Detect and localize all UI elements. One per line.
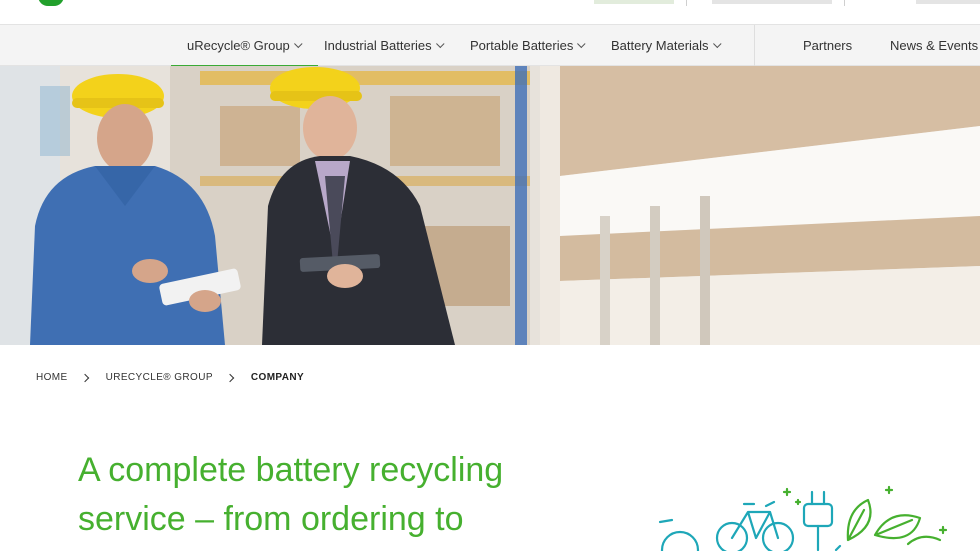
top-utility-link[interactable] [916, 0, 980, 4]
top-divider [686, 0, 687, 6]
nav-item-battery-materials[interactable]: Battery Materials [611, 25, 722, 66]
chevron-right-icon [80, 373, 89, 382]
chevron-down-icon [293, 39, 303, 48]
nav-divider [754, 25, 755, 66]
chevron-down-icon [435, 39, 445, 48]
main-nav: uRecycle® Group Industrial Batteries Por… [0, 24, 980, 67]
chevron-right-icon [225, 373, 235, 382]
plug-icon [802, 490, 834, 551]
top-utility-link[interactable] [594, 0, 674, 4]
breadcrumb-current: COMPANY [250, 372, 305, 383]
breadcrumb: HOME URECYCLE® GROUP COMPANY [36, 372, 304, 383]
logo-text[interactable]: uRecycle [66, 0, 200, 11]
hero-warehouse-illustration [0, 66, 980, 345]
hero-image [0, 66, 980, 345]
logo-icon[interactable] [38, 0, 64, 6]
recycling-illustration [658, 485, 948, 551]
top-utility-link[interactable] [712, 0, 832, 4]
leaf-icon [846, 498, 942, 546]
nav-item-portable-batteries[interactable]: Portable Batteries [470, 25, 586, 66]
bicycle-icon [715, 500, 795, 551]
nav-label: Battery Materials [611, 38, 709, 53]
page-heading: A complete battery recycling service – f… [78, 451, 504, 538]
nav-item-news-events[interactable]: News & Events [890, 25, 978, 66]
nav-label: News & Events [890, 38, 979, 53]
breadcrumb-urecycle-group[interactable]: URECYCLE® GROUP [106, 372, 213, 383]
nav-label: Industrial Batteries [324, 38, 432, 53]
breadcrumb-home[interactable]: HOME [36, 372, 68, 383]
nav-item-partners[interactable]: Partners [803, 25, 852, 66]
nav-item-industrial-batteries[interactable]: Industrial Batteries [324, 25, 445, 66]
top-divider [844, 0, 845, 6]
nav-label: uRecycle® Group [187, 38, 290, 53]
nav-item-urecycle-group[interactable]: uRecycle® Group [171, 25, 318, 67]
nav-label: Partners [803, 38, 853, 53]
chevron-down-icon [577, 39, 586, 48]
top-header: uRecycle [0, 0, 980, 24]
nav-label: Portable Batteries [470, 38, 574, 53]
chevron-down-icon [712, 39, 722, 48]
